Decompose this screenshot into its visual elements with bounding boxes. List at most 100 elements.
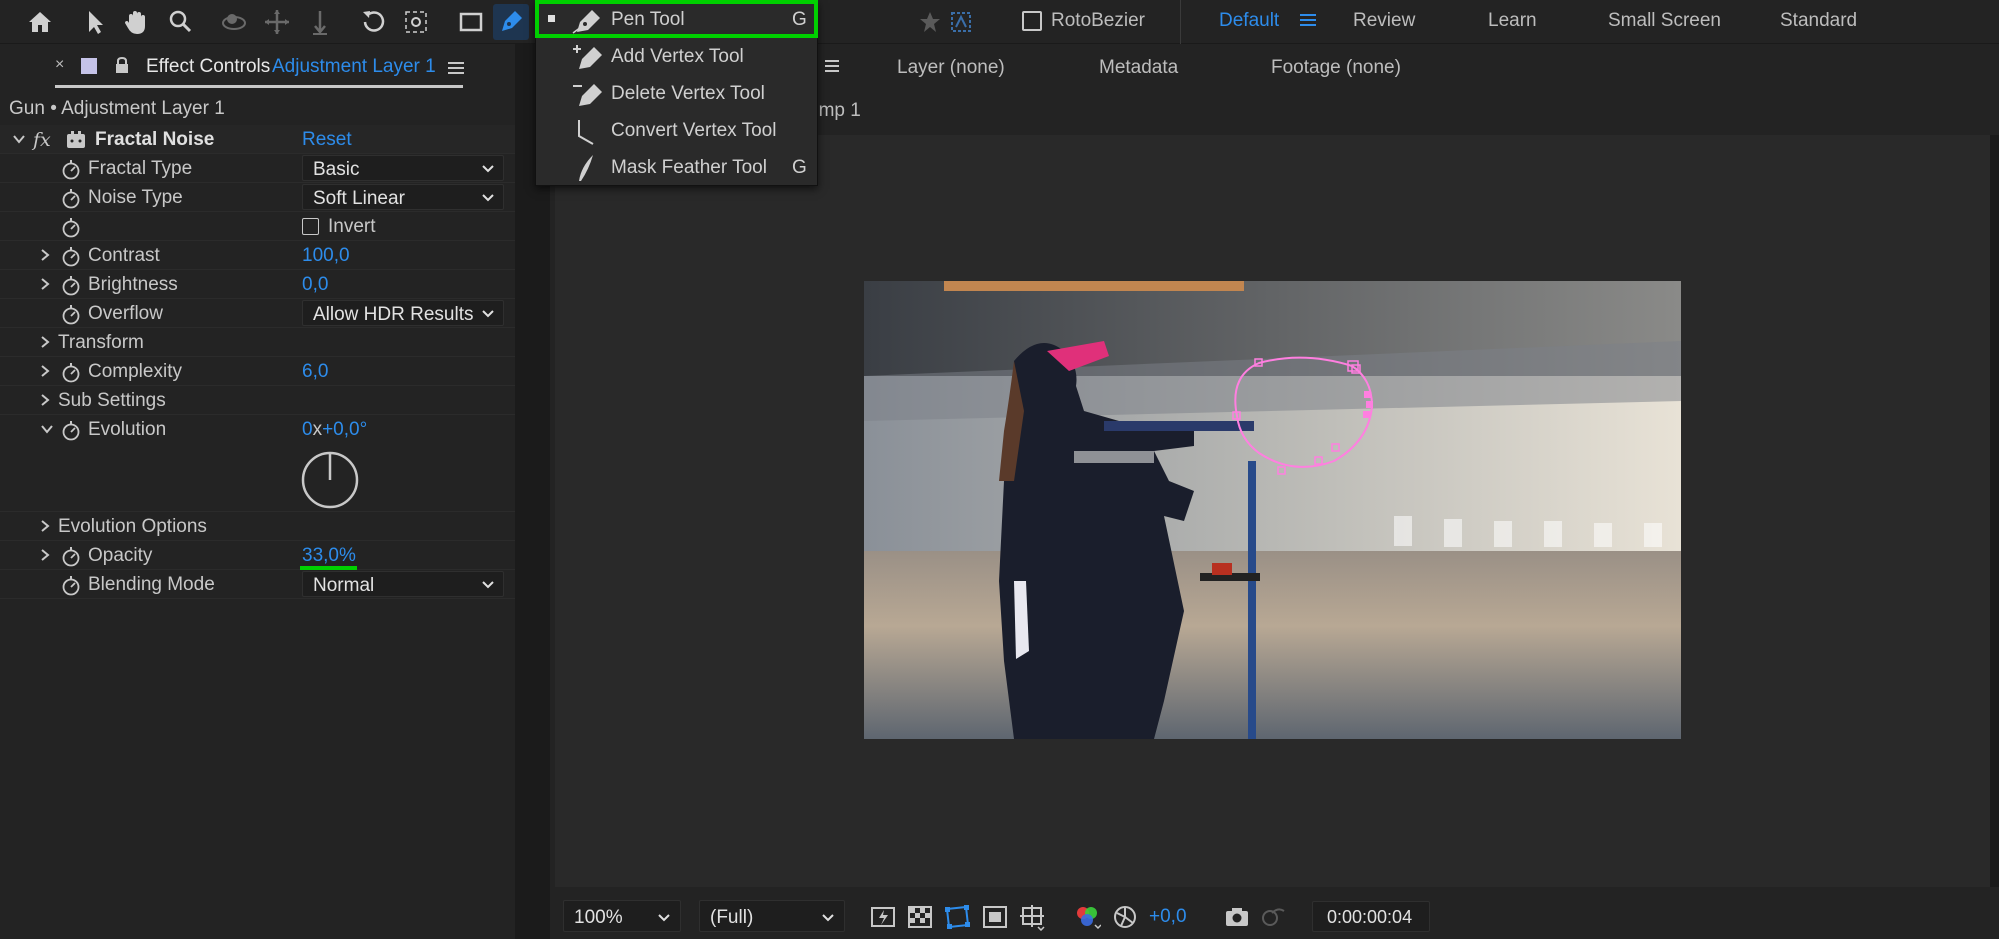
rotate-tool-icon[interactable] (355, 4, 391, 40)
workspace-review[interactable]: Review (1353, 10, 1415, 32)
blending-mode-select[interactable]: Normal (302, 571, 504, 597)
stopwatch-icon[interactable] (61, 303, 81, 325)
tab-layer[interactable]: Layer (none) (897, 57, 1005, 79)
stopwatch-icon[interactable] (61, 419, 81, 441)
chevron-down-icon (482, 165, 494, 173)
zoom-tool-icon[interactable] (162, 4, 198, 40)
chevron-right-icon[interactable] (38, 548, 52, 562)
snapshot-camera-icon[interactable] (1223, 903, 1251, 931)
menu-item-mask-feather-tool[interactable]: Mask Feather Tool G (536, 149, 817, 186)
color-channels-icon[interactable] (1073, 903, 1101, 931)
stopwatch-icon[interactable] (61, 545, 81, 567)
complexity-value[interactable]: 6,0 (302, 361, 328, 383)
chevron-down-icon[interactable] (40, 422, 54, 436)
chevron-right-icon[interactable] (38, 519, 52, 533)
prop-label: Evolution (88, 419, 167, 440)
stopwatch-icon[interactable] (61, 361, 81, 383)
rotobezier-label: RotoBezier (1051, 10, 1145, 31)
menu-item-add-vertex-tool[interactable]: Add Vertex Tool (536, 38, 817, 75)
stopwatch-icon[interactable] (61, 574, 81, 596)
workspace-default[interactable]: Default (1219, 10, 1279, 32)
chevron-down-icon (482, 194, 494, 202)
tab-metadata[interactable]: Metadata (1099, 57, 1178, 79)
close-panel-icon[interactable]: × (55, 56, 64, 74)
timecode-value: 0:00:00:04 (1327, 907, 1413, 927)
evolution-revolutions[interactable]: 0 (302, 419, 313, 440)
overflow-select[interactable]: Allow HDR Results (302, 300, 504, 326)
chevron-right-icon[interactable] (38, 364, 52, 378)
invert-checkbox[interactable] (302, 218, 319, 235)
exposure-value[interactable]: +0,0 (1149, 906, 1187, 928)
panel-menu-icon[interactable] (448, 61, 464, 75)
pen-tool-icon[interactable] (493, 4, 529, 40)
evolution-dial[interactable] (300, 450, 360, 510)
fast-previews-icon[interactable] (869, 903, 897, 931)
noise-type-select[interactable]: Soft Linear (302, 184, 504, 210)
viewer-scrollbar[interactable] (1990, 135, 1999, 887)
stopwatch-icon[interactable] (61, 216, 81, 238)
prop-transform: Transform (0, 328, 515, 357)
chevron-right-icon[interactable] (38, 393, 52, 407)
panel-title[interactable]: Effect Controls (146, 56, 270, 78)
evolution-value[interactable]: 0x+0,0° (302, 419, 367, 441)
resolution-select[interactable]: (Full) (699, 900, 845, 932)
viewer-bottom-bar: 100% (Full) +0,0 0:00:00:04 (555, 896, 1999, 939)
effect-name: Fractal Noise (95, 129, 215, 150)
video-frame[interactable] (864, 281, 1681, 739)
mask-feather-icon (579, 155, 593, 181)
stopwatch-icon[interactable] (61, 274, 81, 296)
zoom-select[interactable]: 100% (563, 900, 681, 932)
rotobezier-checkbox[interactable] (1022, 11, 1042, 31)
menu-item-delete-vertex-tool[interactable]: Delete Vertex Tool (536, 75, 817, 112)
dolly-camera-icon[interactable] (302, 4, 338, 40)
blending-mode-value: Normal (313, 575, 375, 596)
panel-layer-name[interactable]: Adjustment Layer 1 (272, 56, 436, 78)
stopwatch-icon[interactable] (61, 187, 81, 209)
contrast-value[interactable]: 100,0 (302, 245, 350, 267)
comp-panel-menu-icon[interactable] (825, 60, 839, 72)
brightness-value[interactable]: 0,0 (302, 274, 328, 296)
rectangle-tool-icon[interactable] (453, 4, 489, 40)
transparency-grid-icon[interactable] (906, 903, 934, 931)
fractal-type-select[interactable]: Basic (302, 155, 504, 181)
chevron-down-icon[interactable] (12, 132, 26, 146)
reset-link[interactable]: Reset (302, 129, 352, 151)
menu-item-label: Mask Feather Tool (611, 157, 767, 178)
mask-visibility-icon[interactable] (943, 903, 971, 931)
prop-evolution-options: Evolution Options (0, 512, 515, 541)
region-of-interest-icon[interactable] (981, 903, 1009, 931)
tab-footage[interactable]: Footage (none) (1271, 57, 1401, 79)
grid-guides-icon[interactable] (1018, 903, 1046, 931)
orbit-camera-icon[interactable] (216, 4, 252, 40)
snapping-icon[interactable] (943, 4, 979, 40)
chevron-right-icon[interactable] (38, 248, 52, 262)
menu-item-shortcut: G (792, 157, 807, 178)
timecode-field[interactable]: 0:00:00:04 (1312, 901, 1430, 932)
show-snapshot-icon[interactable] (1258, 903, 1286, 931)
chevron-right-icon[interactable] (38, 335, 52, 349)
anchor-point-tool-icon[interactable] (398, 4, 434, 40)
workspace-learn[interactable]: Learn (1488, 10, 1537, 32)
mask-path[interactable] (864, 281, 1681, 739)
prop-label: Fractal Type (88, 158, 193, 179)
hand-tool-icon[interactable] (118, 4, 154, 40)
convert-vertex-icon (578, 120, 594, 145)
pan-camera-icon[interactable] (259, 4, 295, 40)
home-icon[interactable] (22, 4, 58, 40)
fx-icon[interactable]: fx (33, 129, 51, 151)
prop-label: Transform (58, 332, 144, 353)
lock-icon[interactable] (114, 56, 130, 74)
opacity-value[interactable]: 33,0% (302, 545, 356, 567)
menu-item-convert-vertex-tool[interactable]: Convert Vertex Tool (536, 112, 817, 149)
workspace-menu-icon[interactable] (1300, 12, 1316, 28)
prop-label: Blending Mode (88, 574, 215, 595)
selection-tool-icon[interactable] (77, 4, 113, 40)
chevron-right-icon[interactable] (38, 277, 52, 291)
workspace-small-screen[interactable]: Small Screen (1608, 10, 1721, 32)
reset-exposure-icon[interactable] (1111, 903, 1139, 931)
stopwatch-icon[interactable] (61, 245, 81, 267)
workspace-standard[interactable]: Standard (1780, 10, 1857, 32)
stopwatch-icon[interactable] (61, 158, 81, 180)
evolution-degrees[interactable]: +0,0° (322, 419, 367, 440)
prop-noise-type: Noise Type Soft Linear (0, 183, 515, 212)
